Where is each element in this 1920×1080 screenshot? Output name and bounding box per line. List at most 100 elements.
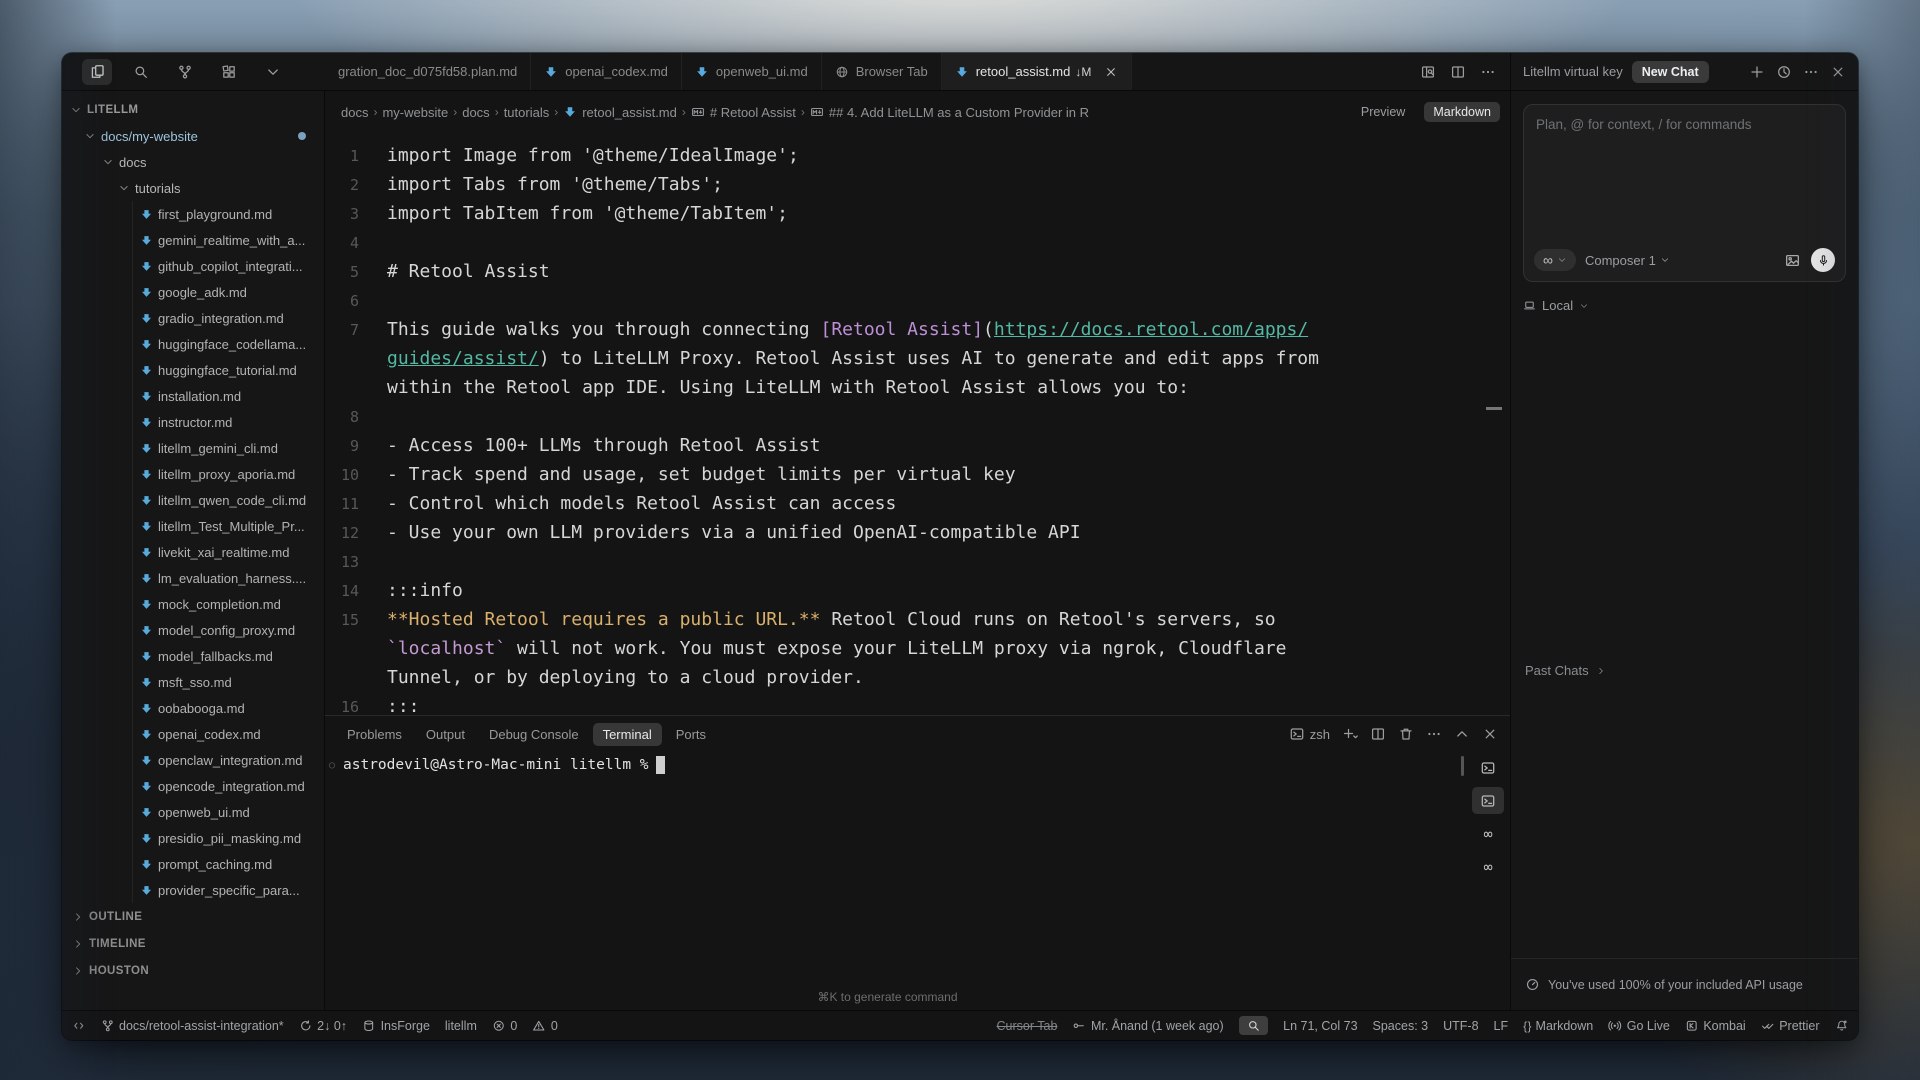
new-chat-button[interactable]: New Chat — [1632, 61, 1709, 83]
model-selector[interactable]: ∞ — [1534, 249, 1576, 271]
file-item-mock-completion-md[interactable]: mock_completion.md — [62, 591, 324, 617]
file-item-huggingface-codellama-[interactable]: huggingface_codellama... — [62, 331, 324, 357]
file-item-litellm-gemini-cli-md[interactable]: litellm_gemini_cli.md — [62, 435, 324, 461]
status-go-live[interactable]: Go Live — [1608, 1019, 1670, 1033]
file-item-oobabooga-md[interactable]: oobabooga.md — [62, 695, 324, 721]
panel-tab-problems[interactable]: Problems — [337, 723, 412, 746]
code-editor[interactable]: 1import Image from '@theme/IdealImage';2… — [325, 133, 1510, 715]
activity-branch-button[interactable] — [170, 59, 200, 85]
file-item-model-config-proxy-md[interactable]: model_config_proxy.md — [62, 617, 324, 643]
terminal-session-infinity[interactable]: ∞ — [1472, 853, 1504, 880]
terminal-scrollbar[interactable] — [1461, 756, 1464, 776]
terminal-session-terminal[interactable] — [1472, 787, 1504, 814]
ellipsis-icon[interactable] — [1480, 64, 1496, 80]
shell-selector[interactable]: zsh — [1289, 726, 1330, 742]
file-item-huggingface-tutorial-md[interactable]: huggingface_tutorial.md — [62, 357, 324, 383]
activity-search-button[interactable] — [126, 59, 156, 85]
chevron-up-icon[interactable] — [1454, 726, 1470, 742]
file-item-openai-codex-md[interactable]: openai_codex.md — [62, 721, 324, 747]
status-remote[interactable] — [72, 1019, 86, 1033]
file-item-livekit-xai-realtime-md[interactable]: livekit_xai_realtime.md — [62, 539, 324, 565]
status-litellm[interactable]: litellm — [445, 1019, 477, 1033]
breadcrumb-item[interactable]: # Retool Assist — [691, 105, 796, 120]
file-item-instructor-md[interactable]: instructor.md — [62, 409, 324, 435]
tab-browser-tab[interactable]: Browser Tab — [822, 53, 942, 90]
panel-tab-ports[interactable]: Ports — [666, 723, 716, 746]
file-item-opencode-integration-md[interactable]: opencode_integration.md — [62, 773, 324, 799]
markdown-mode-button[interactable]: Markdown — [1424, 102, 1500, 122]
tab-retool-assist-md[interactable]: retool_assist.md↓M — [942, 53, 1133, 90]
breadcrumb-item[interactable]: my-website — [382, 105, 448, 120]
file-item-presidio-pii-masking-md[interactable]: presidio_pii_masking.md — [62, 825, 324, 851]
file-item-openclaw-integration-md[interactable]: openclaw_integration.md — [62, 747, 324, 773]
split-icon[interactable] — [1450, 64, 1466, 80]
tree-item-tutorials[interactable]: tutorials — [62, 175, 324, 201]
terminal-session-terminal[interactable] — [1472, 754, 1504, 781]
assistant-header-ellipsis-icon[interactable] — [1803, 64, 1819, 80]
file-item-openweb-ui-md[interactable]: openweb_ui.md — [62, 799, 324, 825]
file-item-litellm-qwen-code-cli-md[interactable]: litellm_qwen_code_cli.md — [62, 487, 324, 513]
breadcrumb-item[interactable]: docs — [341, 105, 368, 120]
tree-item-docs-my-website[interactable]: docs/my-website — [62, 123, 324, 149]
breadcrumb-item[interactable]: ## 4. Add LiteLLM as a Custom Provider i… — [810, 105, 1089, 120]
file-item-installation-md[interactable]: installation.md — [62, 383, 324, 409]
status-kombai[interactable]: Kombai — [1685, 1019, 1746, 1033]
plus-chevron-icon[interactable] — [1342, 726, 1358, 742]
status-mr-nand-1-week-ago-[interactable]: Mr. Ånand (1 week ago) — [1072, 1019, 1223, 1033]
file-item-provider-specific-para-[interactable]: provider_specific_para... — [62, 877, 324, 903]
explorer-root[interactable]: LITELLM — [62, 97, 324, 123]
file-item-gradio-integration-md[interactable]: gradio_integration.md — [62, 305, 324, 331]
file-item-model-fallbacks-md[interactable]: model_fallbacks.md — [62, 643, 324, 669]
status-utf-8[interactable]: UTF-8 — [1443, 1019, 1478, 1033]
terminal-session-infinity[interactable]: ∞ — [1472, 820, 1504, 847]
search-editor-icon[interactable] — [1420, 64, 1436, 80]
assistant-header-clock-icon[interactable] — [1776, 64, 1792, 80]
breadcrumb-item[interactable]: retool_assist.md — [563, 105, 677, 120]
breadcrumb-item[interactable]: tutorials — [504, 105, 550, 120]
past-chats[interactable]: Past Chats — [1525, 663, 1606, 678]
file-item-gemini-realtime-with-a-[interactable]: gemini_realtime_with_a... — [62, 227, 324, 253]
section-outline[interactable]: OUTLINE — [62, 903, 324, 930]
file-item-litellm-test-multiple-pr-[interactable]: litellm_Test_Multiple_Pr... — [62, 513, 324, 539]
panel-tab-terminal[interactable]: Terminal — [593, 723, 662, 746]
mic-button[interactable] — [1811, 248, 1835, 272]
status-lf[interactable]: LF — [1494, 1019, 1509, 1033]
assistant-panel-title[interactable]: Litellm virtual key — [1523, 64, 1623, 79]
file-item-litellm-proxy-aporia-md[interactable]: litellm_proxy_aporia.md — [62, 461, 324, 487]
assistant-header-close-icon[interactable] — [1830, 64, 1846, 80]
local-selector[interactable]: Local — [1523, 298, 1846, 313]
file-item-lm-evaluation-harness-[interactable]: lm_evaluation_harness.... — [62, 565, 324, 591]
assistant-header-plus-icon[interactable] — [1749, 64, 1765, 80]
status-prettier[interactable]: Prettier — [1761, 1019, 1820, 1033]
breadcrumb-item[interactable]: docs — [462, 105, 489, 120]
split-icon[interactable] — [1370, 726, 1386, 742]
file-item-first-playground-md[interactable]: first_playground.md — [62, 201, 324, 227]
composer-selector[interactable]: Composer 1 — [1585, 253, 1670, 268]
activity-files-button[interactable] — [82, 59, 112, 85]
panel-tab-output[interactable]: Output — [416, 723, 475, 746]
section-houston[interactable]: HOUSTON — [62, 957, 324, 984]
status-search[interactable] — [1239, 1016, 1269, 1036]
tab-gration-doc-d075fd58-plan-md[interactable]: gration_doc_d075fd58.plan.md — [325, 53, 531, 90]
file-item-msft-sso-md[interactable]: msft_sso.md — [62, 669, 324, 695]
activity-chevron-down-button[interactable] — [258, 59, 288, 85]
chat-input[interactable]: Plan, @ for context, / for commands ∞ Co… — [1523, 104, 1846, 282]
status-docs-retool-assist-integration-[interactable]: docs/retool-assist-integration* — [101, 1019, 284, 1033]
status-markdown[interactable]: { }Markdown — [1523, 1019, 1593, 1033]
status-2-0-[interactable]: 2↓ 0↑ — [299, 1019, 347, 1033]
tree-item-docs[interactable]: docs — [62, 149, 324, 175]
terminal[interactable]: ○ astrodevil@Astro-Mac-mini litellm % ⌘K… — [325, 752, 1510, 1010]
status-cursor-tab[interactable]: Cursor Tab — [997, 1019, 1058, 1033]
status-insforge[interactable]: InsForge — [362, 1019, 430, 1033]
close-icon[interactable] — [1482, 726, 1498, 742]
activity-extensions-button[interactable] — [214, 59, 244, 85]
status-spaces-3[interactable]: Spaces: 3 — [1373, 1019, 1429, 1033]
section-timeline[interactable]: TIMELINE — [62, 930, 324, 957]
trash-icon[interactable] — [1398, 726, 1414, 742]
status-0[interactable]: 0 — [532, 1019, 557, 1033]
status-0[interactable]: 0 — [492, 1019, 517, 1033]
status-bell[interactable] — [1835, 1019, 1849, 1033]
panel-tab-debug-console[interactable]: Debug Console — [479, 723, 589, 746]
tab-openai-codex-md[interactable]: openai_codex.md — [531, 53, 682, 90]
file-item-github-copilot-integrati-[interactable]: github_copilot_integrati... — [62, 253, 324, 279]
